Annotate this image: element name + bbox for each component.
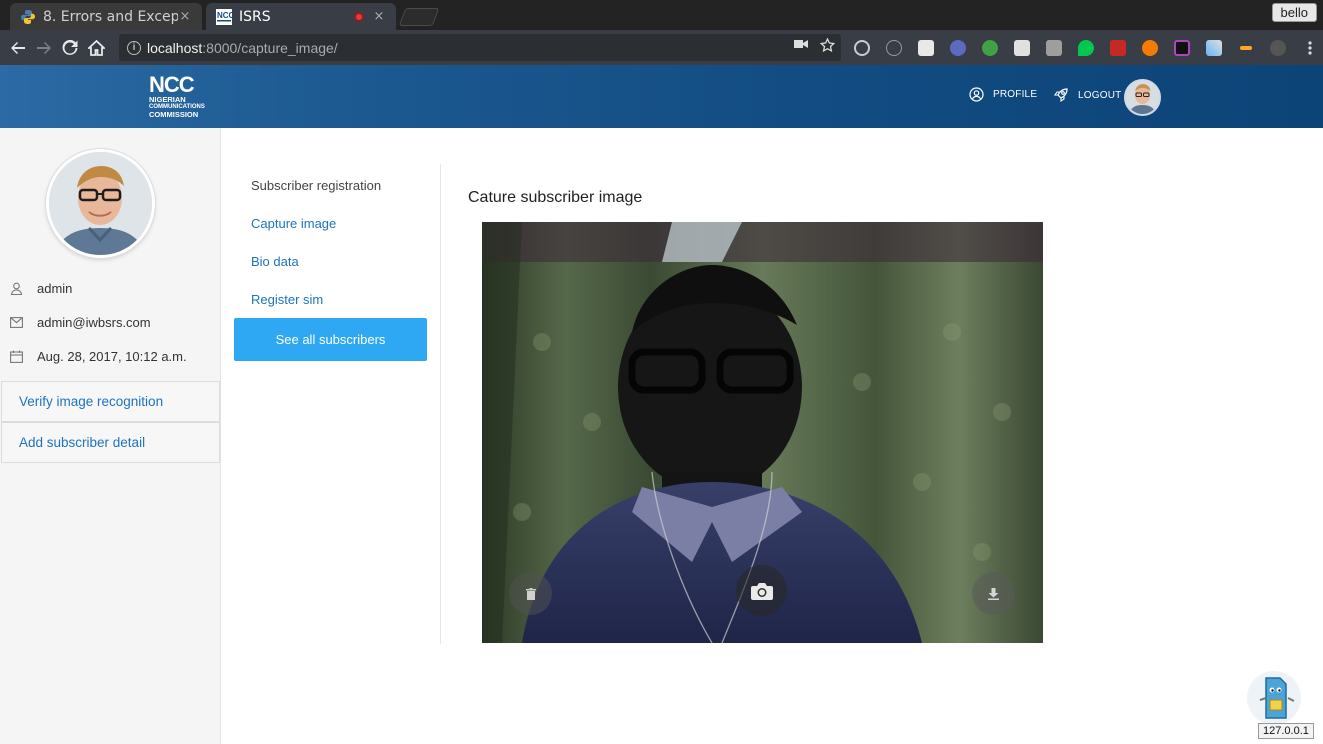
recording-icon bbox=[354, 11, 364, 22]
email-row: admin@iwbsrs.com bbox=[10, 315, 151, 330]
tab-title: ISRS bbox=[239, 8, 271, 25]
ncc-favicon-icon: NCC bbox=[216, 8, 232, 25]
tab-title: 8. Errors and Excep bbox=[43, 8, 178, 25]
info-icon[interactable]: i bbox=[127, 40, 141, 55]
joined-row: Aug. 28, 2017, 10:12 a.m. bbox=[10, 349, 187, 364]
url-path: :8000/capture_image/ bbox=[202, 39, 338, 56]
browser-toolbar: i localhost :8000/capture_image/ bbox=[0, 30, 1323, 65]
extension-dj-gray-icon[interactable] bbox=[1038, 34, 1070, 61]
tab-close-icon[interactable]: × bbox=[372, 9, 386, 24]
extension-a-icon[interactable] bbox=[878, 34, 910, 61]
extension-puzzle-icon[interactable] bbox=[910, 34, 942, 61]
email-value: admin@iwbsrs.com bbox=[37, 315, 151, 330]
subnav-heading: Subscriber registration bbox=[251, 178, 382, 193]
new-tab-button[interactable] bbox=[398, 8, 440, 26]
calendar-icon bbox=[10, 350, 23, 363]
download-icon bbox=[988, 587, 999, 600]
svg-text:NCC: NCC bbox=[217, 11, 232, 20]
forward-arrow-icon[interactable] bbox=[31, 35, 57, 61]
rocket-icon bbox=[1053, 88, 1068, 103]
extensions-bar bbox=[846, 34, 1323, 61]
envelope-icon bbox=[10, 317, 23, 328]
trash-icon bbox=[525, 587, 536, 600]
extension-box-icon[interactable] bbox=[1102, 34, 1134, 61]
profile-link[interactable]: PROFILE bbox=[969, 87, 1037, 102]
subnav-item-register-sim[interactable]: Register sim bbox=[251, 292, 323, 307]
webcam-preview bbox=[482, 222, 1043, 643]
see-all-subscribers-button[interactable]: See all subscribers bbox=[234, 318, 427, 361]
tab-isrs[interactable]: NCC ISRS × bbox=[206, 3, 396, 30]
url-host: localhost bbox=[147, 39, 203, 56]
delete-photo-button[interactable] bbox=[509, 572, 552, 615]
logo-line: NIGERIAN bbox=[149, 95, 186, 104]
username-row: admin bbox=[10, 281, 72, 296]
profile-sidebar: admin admin@iwbsrs.com Aug. 28, 2017, 10… bbox=[0, 128, 221, 744]
subnav-item-bio-data[interactable]: Bio data bbox=[251, 254, 299, 269]
profile-icon bbox=[969, 87, 984, 102]
username-value: admin bbox=[37, 281, 73, 296]
sim-mascot-icon[interactable] bbox=[1246, 670, 1302, 726]
verify-image-recognition-link[interactable]: Verify image recognition bbox=[1, 381, 220, 422]
logout-link[interactable]: LOGOUT bbox=[1053, 87, 1121, 103]
extension-target-icon[interactable] bbox=[846, 34, 878, 61]
extension-dark-icon[interactable] bbox=[1262, 34, 1294, 61]
home-icon[interactable] bbox=[83, 35, 109, 61]
extension-tool-icon[interactable] bbox=[1230, 34, 1262, 61]
extension-lifebuoy-icon[interactable] bbox=[1134, 34, 1166, 61]
host-badge: 127.0.0.1 bbox=[1258, 723, 1314, 739]
logout-label: LOGOUT bbox=[1078, 89, 1122, 101]
extension-green-icon[interactable] bbox=[974, 34, 1006, 61]
bookmark-star-icon[interactable] bbox=[820, 38, 835, 52]
registration-subnav: Subscriber registration Capture image Bi… bbox=[234, 164, 441, 644]
add-subscriber-detail-link[interactable]: Add subscriber detail bbox=[1, 422, 220, 463]
profile-label: PROFILE bbox=[993, 89, 1038, 100]
extension-dj-icon[interactable] bbox=[1006, 34, 1038, 61]
capture-photo-button[interactable] bbox=[736, 565, 787, 616]
extension-r-icon[interactable] bbox=[942, 34, 974, 61]
tab-close-icon[interactable]: × bbox=[178, 9, 192, 24]
browser-tab-strip: 8. Errors and Excep × NCC ISRS × bello bbox=[0, 0, 1323, 30]
profile-avatar bbox=[46, 149, 155, 258]
logo-line: COMMISSION bbox=[149, 110, 199, 119]
tab-errors[interactable]: 8. Errors and Excep × bbox=[10, 3, 202, 30]
user-icon bbox=[10, 282, 23, 295]
extension-colorwheel-icon[interactable] bbox=[1166, 34, 1198, 61]
subnav-item-capture-image[interactable]: Capture image bbox=[251, 216, 336, 231]
python-icon bbox=[21, 9, 35, 24]
page-title: Cature subscriber image bbox=[468, 189, 643, 206]
browser-menu-icon[interactable] bbox=[1294, 34, 1323, 61]
back-arrow-icon[interactable] bbox=[5, 35, 31, 61]
camera-icon bbox=[750, 582, 773, 600]
browser-profile-badge[interactable]: bello bbox=[1271, 3, 1317, 22]
logo-mark: NCC bbox=[149, 72, 195, 97]
ncc-logo[interactable]: NCC NIGERIAN COMMUNICATIONS COMMISSION bbox=[149, 74, 215, 120]
header-avatar[interactable] bbox=[1124, 79, 1161, 116]
joined-value: Aug. 28, 2017, 10:12 a.m. bbox=[37, 349, 187, 364]
app-header: NCC NIGERIAN COMMUNICATIONS COMMISSION P… bbox=[0, 65, 1323, 128]
extension-leaf-icon[interactable] bbox=[1070, 34, 1102, 61]
address-bar[interactable]: i localhost :8000/capture_image/ bbox=[119, 34, 841, 61]
camera-indicator-icon[interactable] bbox=[794, 38, 808, 50]
extension-picker-icon[interactable] bbox=[1198, 34, 1230, 61]
download-photo-button[interactable] bbox=[972, 572, 1015, 615]
reload-icon[interactable] bbox=[57, 35, 83, 61]
